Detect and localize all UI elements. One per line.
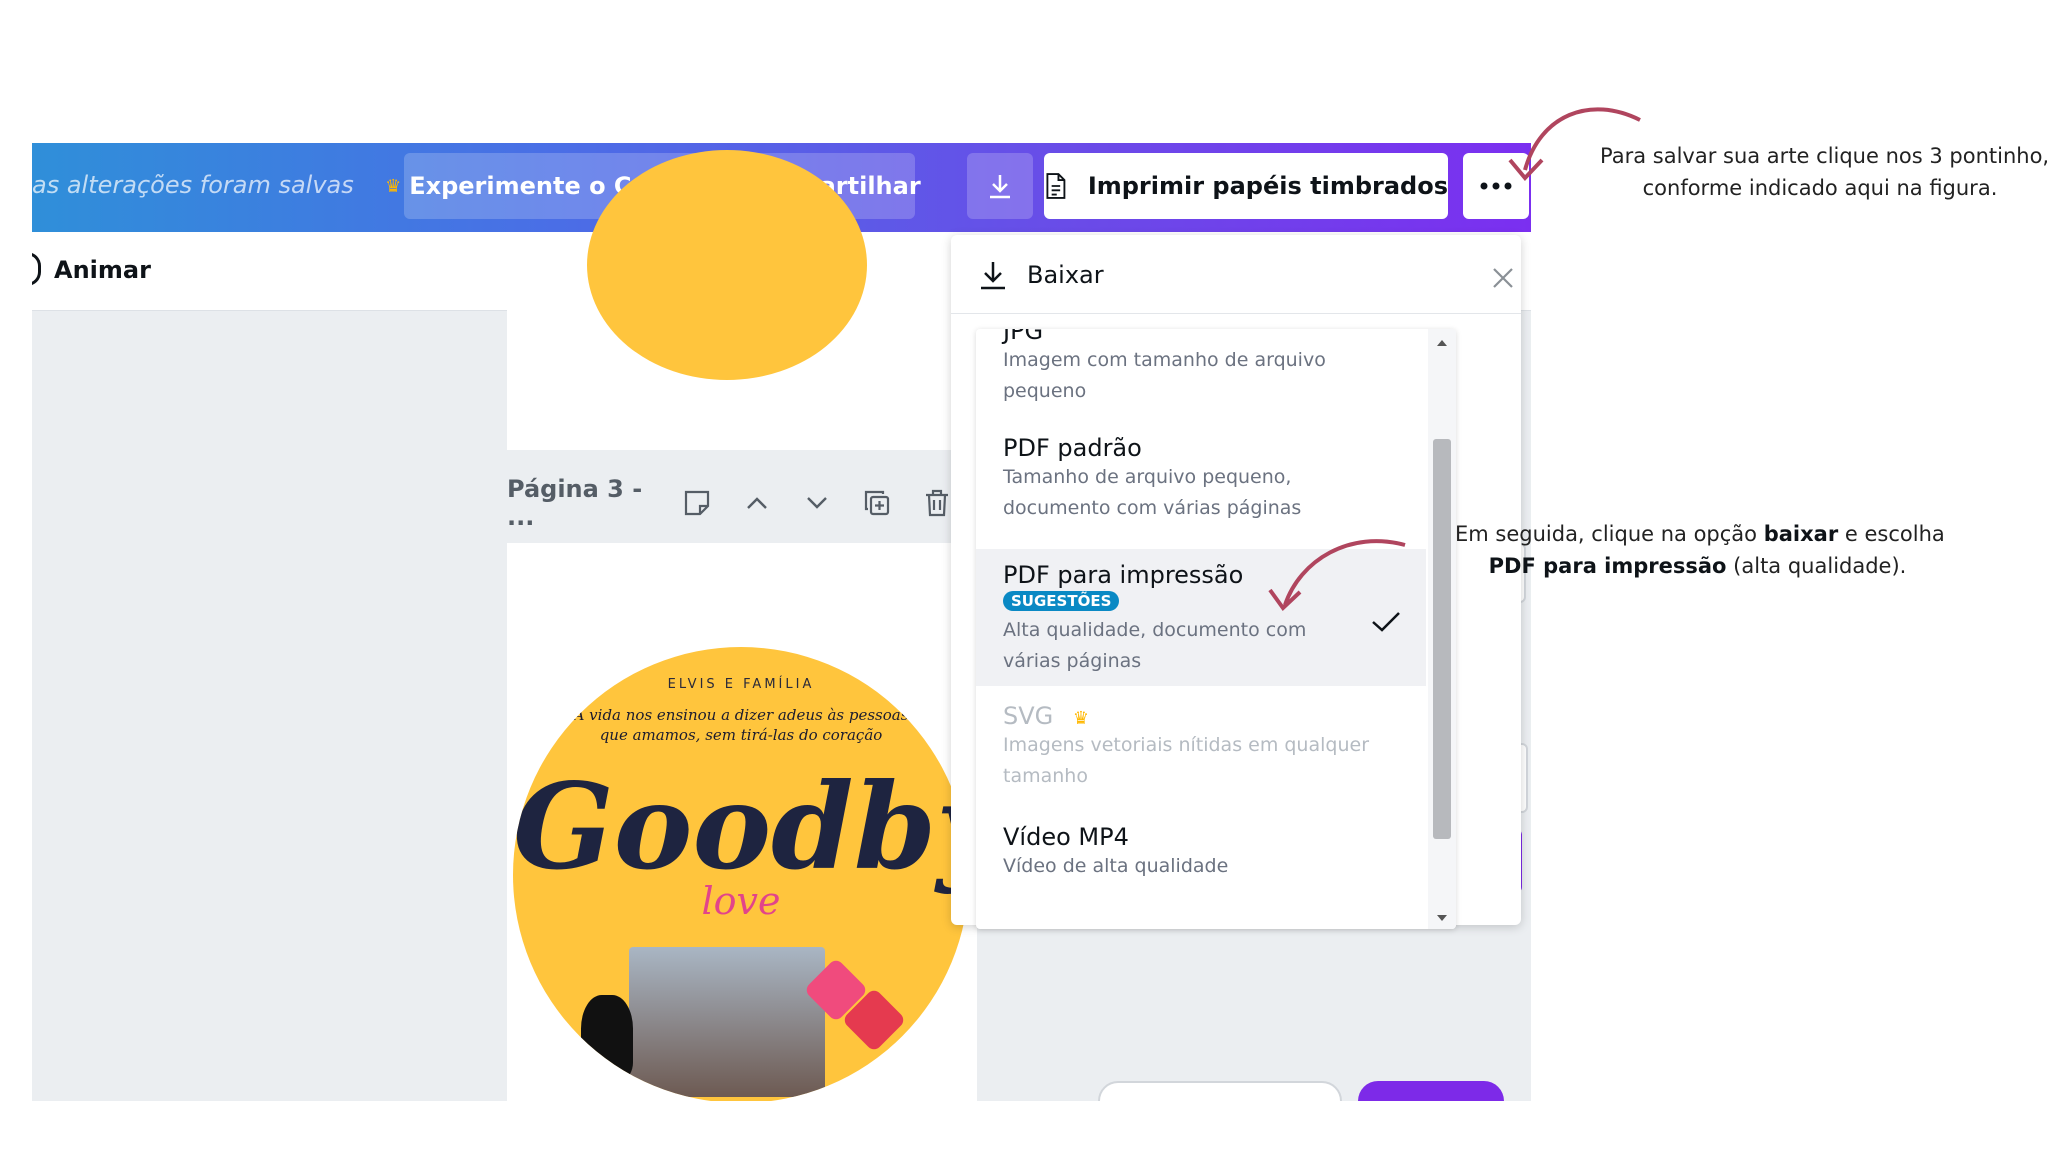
arrow-to-pdf-print: [1283, 539, 1406, 606]
arrowhead: [1268, 588, 1302, 612]
annotation-download-instruction: Em seguida, clique na opção baixar e esc…: [1455, 522, 1945, 578]
annotation-line: conforme indicado aqui na figura.: [1642, 176, 1998, 200]
annotation-save-instruction: Para salvar sua arte clique nos 3 pontin…: [1600, 140, 2048, 204]
annotation-line: Para salvar sua arte clique nos 3 pontin…: [1600, 144, 2048, 168]
